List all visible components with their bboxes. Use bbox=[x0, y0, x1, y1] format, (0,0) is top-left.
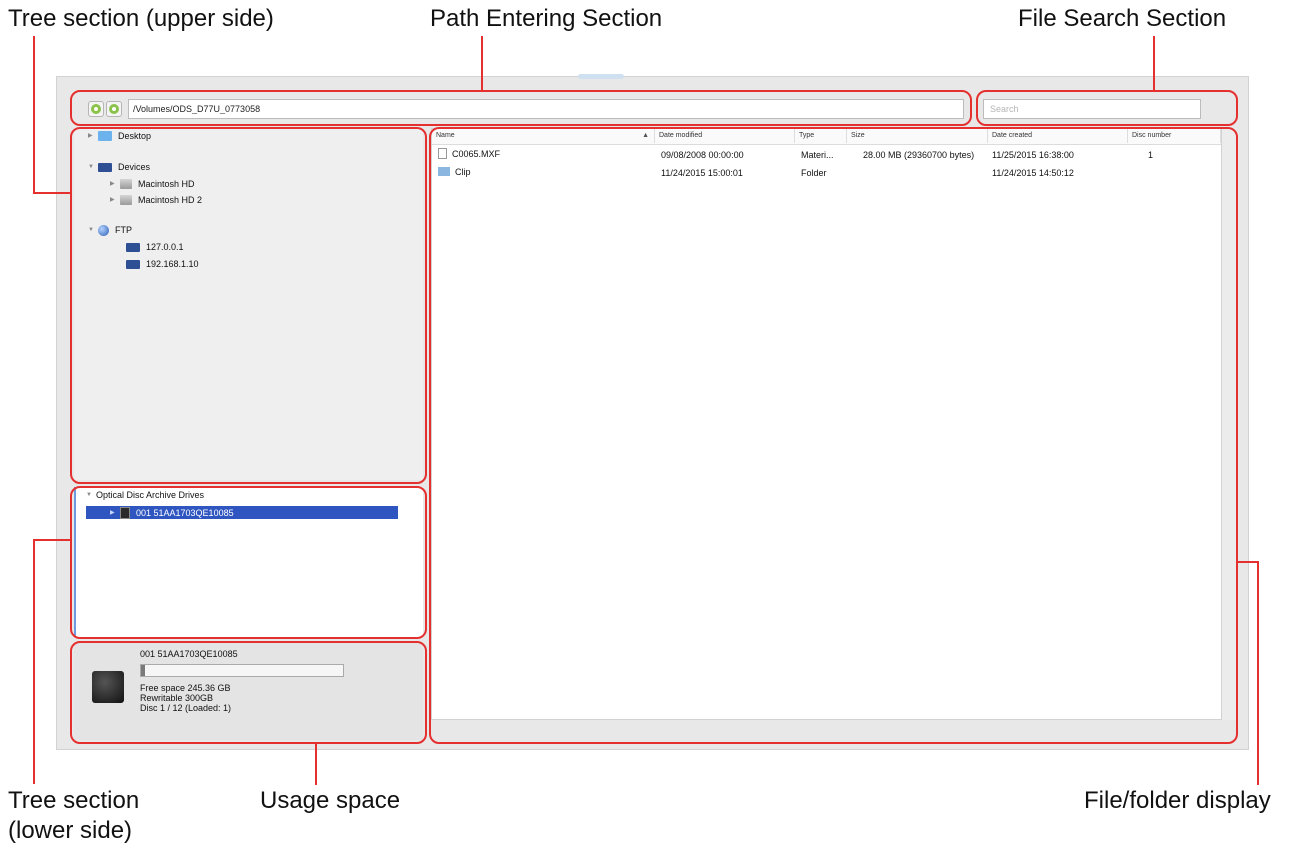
leader-line-file-search bbox=[1153, 36, 1155, 91]
leader-line-tree-lower bbox=[33, 539, 72, 541]
highlight-tree-lower-section bbox=[70, 486, 427, 639]
highlight-usage-space bbox=[70, 641, 427, 744]
highlight-file-search-section bbox=[976, 90, 1238, 126]
callout-tree-lower-line2: (lower side) bbox=[8, 817, 133, 844]
highlight-file-folder-display bbox=[429, 127, 1238, 744]
highlight-tree-upper-section bbox=[70, 127, 427, 484]
leader-line-file-folder-display bbox=[1257, 561, 1259, 785]
highlight-path-entering-section bbox=[70, 90, 972, 126]
callout-file-folder-display: File/folder display bbox=[1084, 787, 1271, 814]
leader-line-tree-upper bbox=[33, 192, 72, 194]
callout-tree-lower-line1: Tree section bbox=[8, 787, 140, 814]
callout-file-search: File Search Section bbox=[1018, 5, 1227, 32]
callout-usage-space: Usage space bbox=[260, 787, 401, 814]
window-tab-indicator bbox=[578, 74, 624, 79]
leader-line-path-entering bbox=[481, 36, 483, 91]
leader-line-tree-upper bbox=[33, 36, 35, 193]
leader-line-file-folder-display bbox=[1238, 561, 1258, 563]
leader-line-usage-space bbox=[315, 743, 317, 785]
callout-path-entering: Path Entering Section bbox=[430, 5, 663, 32]
leader-line-tree-lower bbox=[33, 539, 35, 784]
callout-tree-upper: Tree section (upper side) bbox=[8, 5, 274, 32]
